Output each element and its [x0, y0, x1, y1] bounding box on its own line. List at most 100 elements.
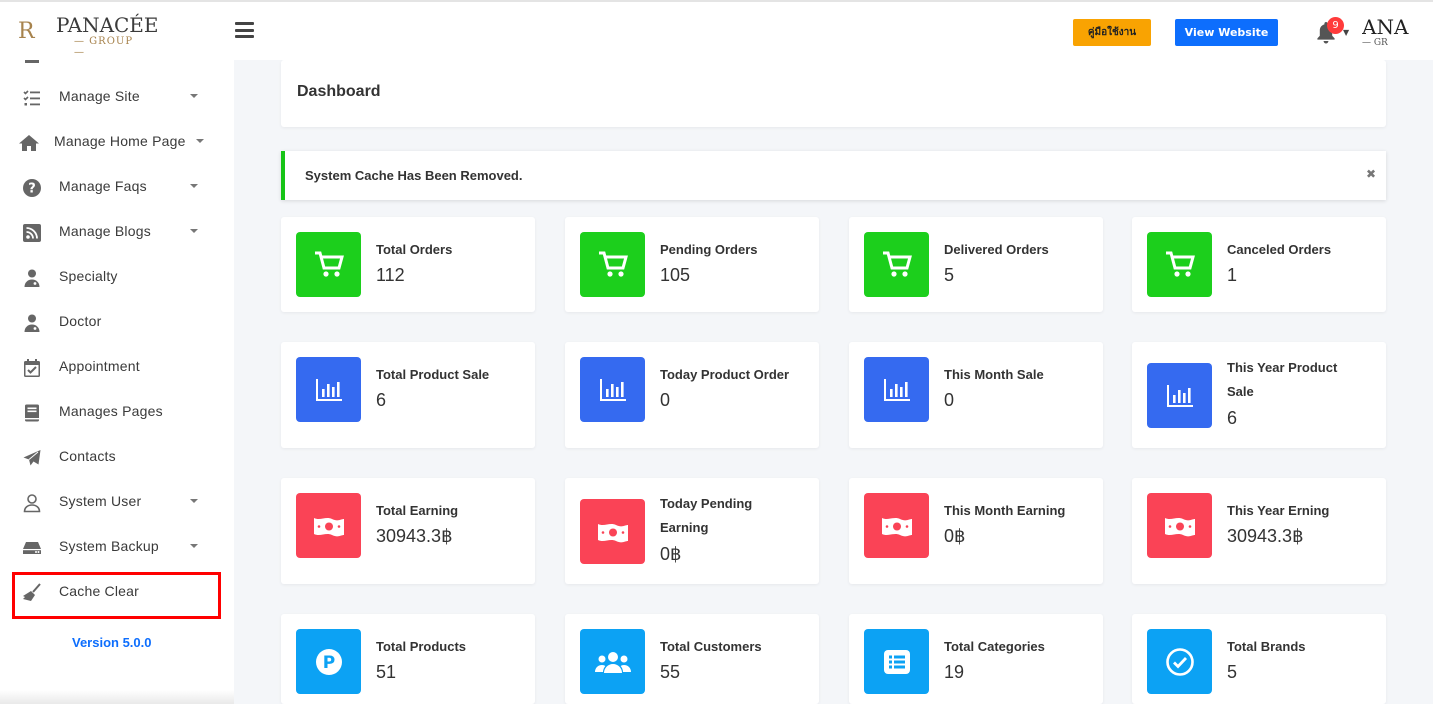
- stat-card-this-month-sale[interactable]: This Month Sale 0: [849, 342, 1103, 448]
- sidebar-item-cache-clear[interactable]: Cache Clear: [0, 573, 234, 613]
- stat-value: 30943.3฿: [376, 526, 453, 546]
- stat-card-total-earning[interactable]: Total Earning 30943.3฿: [281, 478, 535, 584]
- sidebar-item-manage-faqs[interactable]: ? Manage Faqs: [0, 168, 234, 208]
- stat-card-today-product-order[interactable]: Today Product Order 0: [565, 342, 819, 448]
- stat-card-this-year-earning[interactable]: This Year Erning 30943.3฿: [1132, 478, 1386, 584]
- money-icon: [1147, 493, 1212, 558]
- stat-card-this-year-product-sale[interactable]: This Year Product Sale 6: [1132, 342, 1386, 448]
- account-logo-name: ANA: [1362, 16, 1409, 39]
- logo-subtitle: — GROUP —: [74, 36, 134, 58]
- stat-card-total-orders[interactable]: Total Orders 112: [281, 217, 535, 312]
- stat-value: 5: [944, 265, 955, 285]
- checklist-icon: [22, 88, 42, 108]
- success-alert: System Cache Has Been Removed. ✖: [281, 151, 1386, 200]
- sidebar: Manage Site Manage Home Page ? Manage Fa…: [0, 60, 234, 704]
- bar-chart-icon: [864, 357, 929, 422]
- money-icon: [296, 493, 361, 558]
- money-icon: [864, 493, 929, 558]
- bar-chart-icon: [296, 357, 361, 422]
- stat-title: Total Orders: [376, 242, 453, 257]
- stat-title: Total Customers: [660, 639, 762, 654]
- logo-name: PANACÉE: [56, 13, 159, 37]
- stat-title: Total Brands: [1227, 639, 1306, 654]
- sidebar-item-label: Appointment: [59, 358, 140, 374]
- sidebar-item-system-user[interactable]: System User: [0, 483, 234, 523]
- stat-card-this-month-earning[interactable]: This Month Earning 0฿: [849, 478, 1103, 584]
- doctor-icon: [22, 313, 42, 333]
- sidebar-item-label: Manage Blogs: [59, 223, 151, 239]
- stat-value: 51: [376, 662, 397, 682]
- book-icon: [22, 403, 42, 423]
- users-icon: [580, 629, 645, 694]
- sidebar-item-contacts[interactable]: Contacts: [0, 438, 234, 478]
- cart-icon: [580, 232, 645, 297]
- top-bar: R PANACÉE — GROUP — คู่มือใช้งาน View We…: [0, 0, 1433, 60]
- paper-plane-icon: [22, 448, 42, 468]
- stat-card-pending-orders[interactable]: Pending Orders 105: [565, 217, 819, 312]
- sidebar-item-system-backup[interactable]: System Backup: [0, 528, 234, 568]
- chevron-down-icon: [190, 229, 198, 233]
- sidebar-item-manage-blogs[interactable]: Manage Blogs: [0, 213, 234, 253]
- chevron-down-icon: [190, 94, 198, 98]
- svg-text:P: P: [322, 653, 334, 673]
- stat-title: Total Earning: [376, 503, 459, 518]
- stat-card-total-product-sale[interactable]: Total Product Sale 6: [281, 342, 535, 448]
- stat-value: 0฿: [660, 544, 682, 564]
- sidebar-item-manage-site[interactable]: Manage Site: [0, 78, 234, 118]
- money-icon: [580, 499, 645, 564]
- page-header-card: Dashboard: [281, 60, 1386, 127]
- question-icon: ?: [22, 178, 42, 198]
- laurel-crest-icon: R: [18, 19, 35, 44]
- stat-card-total-categories[interactable]: Total Categories 19: [849, 614, 1103, 704]
- sidebar-item-label: Manage Site: [59, 88, 140, 104]
- stat-value: 19: [944, 662, 965, 682]
- notification-badge: 9: [1327, 17, 1344, 34]
- stat-card-canceled-orders[interactable]: Canceled Orders 1: [1132, 217, 1386, 312]
- sidebar-item-manages-pages[interactable]: Manages Pages: [0, 393, 234, 433]
- bar-chart-icon: [580, 357, 645, 422]
- sidebar-item-label: Manages Pages: [59, 403, 163, 419]
- sidebar-item-label: Specialty: [59, 268, 118, 284]
- list-icon: [864, 629, 929, 694]
- sidebar-item-label: System Backup: [59, 538, 159, 554]
- sidebar-item-label: Cache Clear: [59, 583, 140, 599]
- stat-card-delivered-orders[interactable]: Delivered Orders 5: [849, 217, 1103, 312]
- stat-value: 0: [660, 390, 671, 410]
- chevron-down-icon: [190, 499, 198, 503]
- sidebar-item-specialty[interactable]: Specialty: [0, 258, 234, 298]
- user-manual-button[interactable]: คู่มือใช้งาน: [1073, 19, 1151, 46]
- stat-value: 5: [1227, 662, 1238, 682]
- stat-value: 105: [660, 265, 691, 285]
- view-website-button[interactable]: View Website: [1175, 19, 1278, 46]
- stat-card-total-products[interactable]: P Total Products 51: [281, 614, 535, 704]
- brand-logo[interactable]: R PANACÉE — GROUP —: [18, 14, 159, 58]
- sidebar-item-manage-home-page[interactable]: Manage Home Page: [0, 123, 234, 163]
- rss-icon: [22, 223, 42, 243]
- sidebar-item-appointment[interactable]: Appointment: [0, 348, 234, 388]
- sidebar-item-label: Contacts: [59, 448, 116, 464]
- hdd-icon: [22, 538, 42, 558]
- stat-title: This Month Sale: [944, 367, 1044, 382]
- stat-title: This Year Erning: [1227, 503, 1330, 518]
- stat-card-total-brands[interactable]: Total Brands 5: [1132, 614, 1386, 704]
- menu-toggle-icon[interactable]: [235, 22, 254, 38]
- sidebar-item-doctor[interactable]: Doctor: [0, 303, 234, 343]
- sidebar-item-label: System User: [59, 493, 142, 509]
- account-logo[interactable]: ANA — GR: [1362, 16, 1433, 52]
- chevron-down-icon[interactable]: ▼: [1343, 28, 1349, 37]
- stat-value: 0: [944, 390, 955, 410]
- calendar-check-icon: [22, 358, 42, 378]
- stat-value: 112: [376, 265, 405, 285]
- close-icon[interactable]: ✖: [1366, 167, 1376, 181]
- stat-value: 6: [376, 390, 387, 410]
- chevron-down-icon: [190, 544, 198, 548]
- stat-title: Canceled Orders: [1227, 242, 1332, 257]
- stat-card-today-pending-earning[interactable]: Today Pending Earning 0฿: [565, 478, 819, 584]
- stat-card-total-customers[interactable]: Total Customers 55: [565, 614, 819, 704]
- stat-value: 6: [1227, 408, 1238, 428]
- cart-icon: [1147, 232, 1212, 297]
- account-logo-sub: — GR: [1362, 38, 1388, 48]
- bar-chart-icon: [1147, 363, 1212, 428]
- stat-title: Today Pending Earning: [660, 496, 753, 535]
- broom-icon: [22, 583, 42, 603]
